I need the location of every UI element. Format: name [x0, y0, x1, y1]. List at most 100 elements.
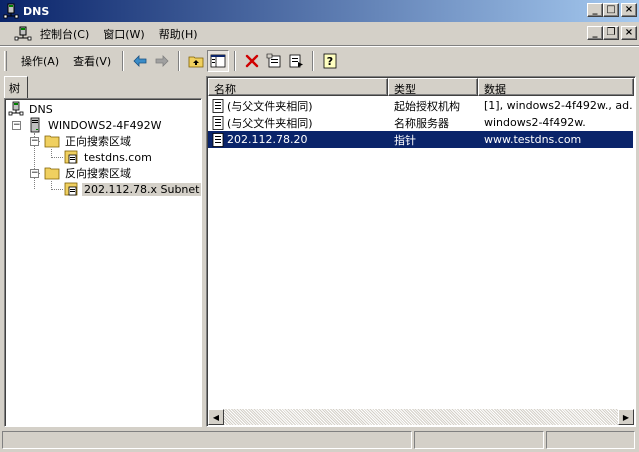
collapse-expander[interactable]: − — [12, 121, 21, 130]
close-icon: × — [624, 27, 634, 38]
delete-button[interactable] — [241, 50, 263, 72]
child-close-button[interactable]: × — [621, 26, 637, 40]
tree-connector — [51, 157, 63, 158]
column-header-label: 数据 — [484, 83, 506, 96]
properties-icon — [266, 53, 281, 68]
cell-name-text: 202.112.78.20 — [227, 133, 308, 146]
menu-bar: 控制台(C) 窗口(W) 帮助(H) _ ❐ × — [0, 22, 639, 46]
scroll-left-button[interactable]: ◀ — [208, 409, 224, 425]
tree-tab[interactable]: 树 — [4, 76, 28, 98]
back-button[interactable] — [129, 50, 151, 72]
dns-server-icon — [3, 3, 19, 19]
child-restore-button[interactable]: ❐ — [603, 26, 619, 40]
cell-name: (与父文件夹相同) — [208, 115, 388, 131]
minimize-icon: _ — [592, 27, 598, 38]
show-hide-tree-button[interactable] — [207, 50, 230, 72]
collapse-expander[interactable]: − — [30, 137, 39, 146]
zone-icon — [64, 182, 78, 196]
back-arrow-icon — [133, 55, 147, 67]
scroll-right-icon: ▶ — [622, 412, 630, 422]
column-header-label: 名称 — [214, 83, 236, 96]
toolbar-separator — [234, 51, 237, 71]
forward-button[interactable] — [151, 50, 173, 72]
menu-window[interactable]: 窗口(W) — [97, 24, 150, 44]
delete-icon — [246, 54, 259, 68]
child-minimize-button[interactable]: _ — [587, 26, 603, 40]
tree-node-label: DNS — [29, 102, 53, 116]
computer-icon — [30, 117, 40, 133]
column-header-data[interactable]: 数据 — [478, 78, 634, 96]
toolbar-separator — [122, 51, 125, 71]
export-list-icon — [289, 54, 304, 68]
list-header: 名称 类型 数据 — [208, 78, 634, 96]
tree-node-forward-zones[interactable]: 正向搜索区域 — [44, 133, 133, 149]
zone-icon — [64, 150, 78, 164]
toolbar: 操作(A) 查看(V) ? — [0, 48, 639, 74]
close-icon: × — [624, 4, 634, 15]
horizontal-scrollbar[interactable]: ◀ ▶ — [208, 409, 634, 425]
up-folder-icon — [188, 56, 204, 68]
tree-pane[interactable]: DNS − WINDOWS2-4F492W − 正向搜索区域 testdns.c… — [4, 98, 202, 427]
menu-action[interactable]: 操作(A) — [15, 51, 65, 71]
collapse-expander[interactable]: − — [30, 169, 39, 178]
restore-icon: ❐ — [606, 27, 616, 38]
export-list-button[interactable] — [285, 50, 307, 72]
minimize-button[interactable]: _ — [587, 3, 603, 17]
forward-arrow-icon — [155, 55, 169, 67]
menu-console[interactable]: 控制台(C) — [34, 24, 95, 44]
cell-data: windows2-4f492w. — [484, 116, 586, 129]
window-controls: _ □ × — [587, 3, 637, 17]
tree-node-reverse-zones[interactable]: 反向搜索区域 — [44, 165, 133, 181]
help-icon: ? — [323, 53, 337, 69]
tree-node-forward-zone-item[interactable]: testdns.com — [63, 149, 154, 165]
status-panel — [546, 431, 635, 449]
column-header-type[interactable]: 类型 — [388, 78, 478, 96]
scroll-right-button[interactable]: ▶ — [618, 409, 634, 425]
cell-name: 202.112.78.20 — [208, 132, 388, 147]
toolbar-separator — [312, 51, 315, 71]
tree-node-label: testdns.com — [84, 150, 152, 164]
cell-type: 起始授权机构 — [394, 99, 460, 113]
scroll-track[interactable] — [224, 409, 618, 425]
scroll-left-icon: ◀ — [212, 412, 220, 422]
cell-type: 名称服务器 — [394, 116, 449, 130]
table-row[interactable]: (与父文件夹相同) 名称服务器 windows2-4f492w. — [208, 114, 633, 131]
tree-node-server[interactable]: WINDOWS2-4F492W — [27, 117, 164, 133]
record-icon — [212, 115, 224, 130]
help-button[interactable]: ? — [319, 50, 341, 72]
cell-name-text: (与父文件夹相同) — [227, 99, 313, 113]
tree-node-dns[interactable]: DNS — [8, 101, 55, 117]
details-list[interactable]: 名称 类型 数据 (与父文件夹相同) 起始授权机构 [1], windows2-… — [206, 76, 636, 427]
dns-server-icon — [8, 101, 24, 116]
menu-view[interactable]: 查看(V) — [67, 51, 117, 71]
window-title: DNS — [23, 4, 50, 18]
record-icon — [212, 132, 224, 147]
tree-node-label: 正向搜索区域 — [65, 135, 131, 148]
column-header-label: 类型 — [394, 83, 416, 96]
console-icon — [14, 26, 32, 40]
tree-connector — [51, 189, 63, 190]
folder-icon — [44, 167, 60, 180]
tree-tab-label: 树 — [9, 82, 20, 95]
column-header-name[interactable]: 名称 — [208, 78, 388, 96]
folder-icon — [44, 135, 60, 148]
show-hide-tree-icon — [210, 54, 226, 68]
table-row-selected[interactable]: 202.112.78.20 指针 www.testdns.com — [208, 131, 633, 148]
status-panel — [2, 431, 412, 449]
svg-text:?: ? — [327, 55, 333, 68]
tree-node-reverse-zone-item[interactable]: 202.112.78.x Subnet — [63, 181, 202, 197]
cell-type: 指针 — [394, 133, 416, 147]
tree-node-label: WINDOWS2-4F492W — [48, 118, 162, 132]
up-one-level-button[interactable] — [185, 50, 207, 72]
status-panel — [414, 431, 544, 449]
table-row[interactable]: (与父文件夹相同) 起始授权机构 [1], windows2-4f492w., … — [208, 97, 633, 114]
toolbar-grip[interactable] — [4, 51, 7, 71]
tree-node-label: 反向搜索区域 — [65, 167, 131, 180]
menu-help[interactable]: 帮助(H) — [153, 24, 204, 44]
close-button[interactable]: × — [621, 3, 637, 17]
maximize-button[interactable]: □ — [603, 3, 619, 17]
properties-button[interactable] — [263, 50, 285, 72]
tree-node-label: 202.112.78.x Subnet — [82, 182, 202, 196]
maximize-icon: □ — [606, 4, 616, 15]
record-icon — [212, 98, 224, 113]
